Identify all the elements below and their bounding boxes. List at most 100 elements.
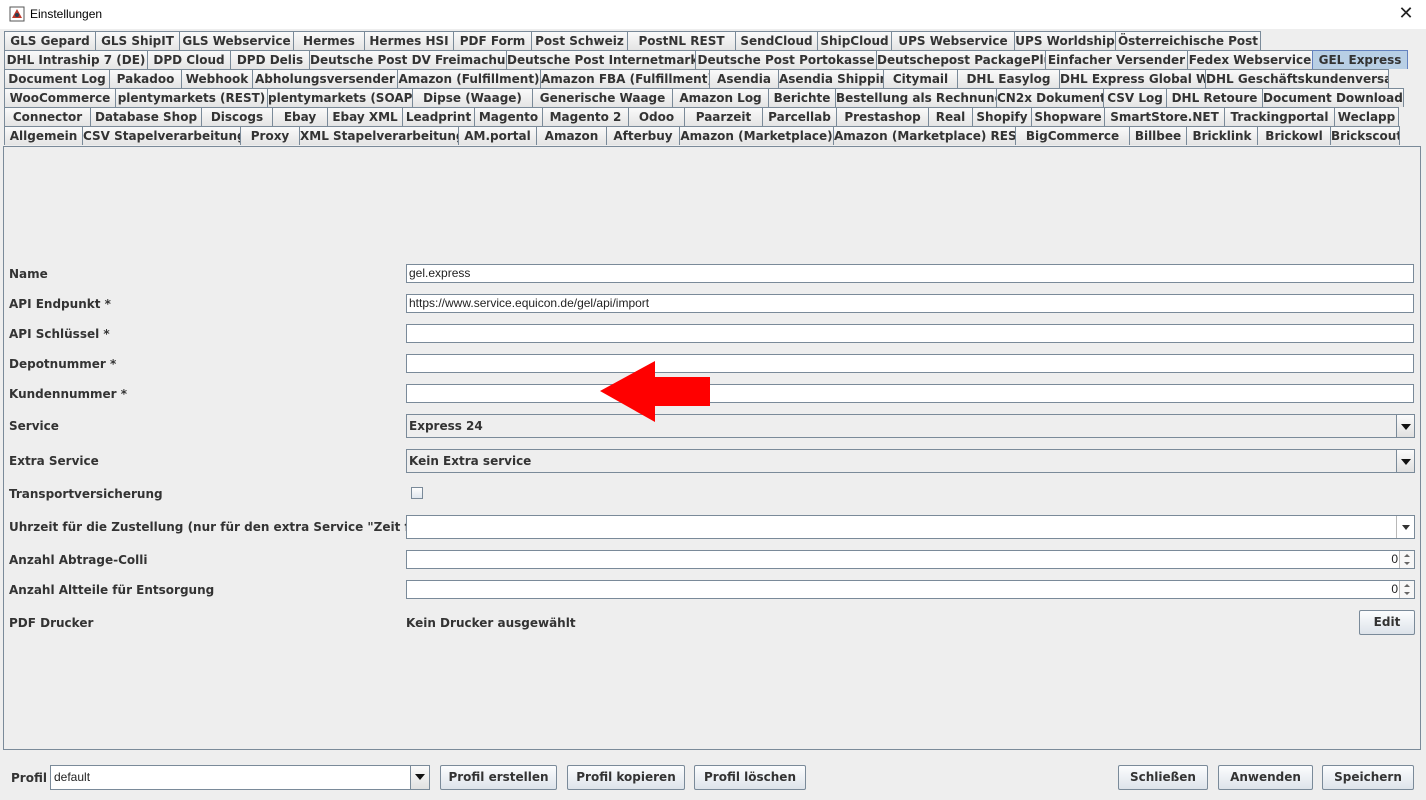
tab-proxy[interactable]: Proxy bbox=[240, 126, 300, 145]
tab-smartstore-net[interactable]: SmartStore.NET bbox=[1104, 107, 1225, 126]
tab-amazon-fba-fulfillment[interactable]: Amazon FBA (Fulfillment) bbox=[540, 69, 710, 88]
service-select[interactable]: Express 24 bbox=[406, 414, 1415, 438]
tab-billbee[interactable]: Billbee bbox=[1129, 126, 1187, 145]
extra-service-dropdown-button[interactable] bbox=[1396, 450, 1414, 472]
tab-shipcloud[interactable]: ShipCloud bbox=[817, 31, 892, 50]
tab-deutschepost-packageplus[interactable]: Deutschepost PackagePlus bbox=[876, 50, 1046, 69]
close-button[interactable]: Schließen bbox=[1118, 765, 1208, 790]
tab-amazon-fulfillment[interactable]: Amazon (Fulfillment) bbox=[397, 69, 541, 88]
tab-dpd-delis[interactable]: DPD Delis bbox=[230, 50, 310, 69]
tab-gls-shipit[interactable]: GLS ShipIT bbox=[95, 31, 180, 50]
tab-amazon[interactable]: Amazon bbox=[536, 126, 607, 145]
tab-deutsche-post-portokasse[interactable]: Deutsche Post Portokasse bbox=[695, 50, 877, 69]
tab-deutsche-post-dv-freimachung[interactable]: Deutsche Post DV Freimachung bbox=[309, 50, 507, 69]
tab-csv-stapelverarbeitung[interactable]: CSV Stapelverarbeitung bbox=[82, 126, 241, 145]
tab-amazon-marketplace-rest[interactable]: Amazon (Marketplace) REST bbox=[833, 126, 1016, 145]
apply-button[interactable]: Anwenden bbox=[1218, 765, 1313, 790]
tab-ups-webservice[interactable]: UPS Webservice bbox=[891, 31, 1015, 50]
tab-sendcloud[interactable]: SendCloud bbox=[735, 31, 818, 50]
tab-bigcommerce[interactable]: BigCommerce bbox=[1015, 126, 1130, 145]
tab-hermes[interactable]: Hermes bbox=[293, 31, 365, 50]
delivery-time-select[interactable] bbox=[406, 515, 1415, 539]
edit-printer-button[interactable]: Edit bbox=[1359, 610, 1415, 635]
tab-dhl-geschäftskundenversand[interactable]: DHL Geschäftskundenversand bbox=[1205, 69, 1389, 88]
increment-icon[interactable] bbox=[1404, 584, 1410, 587]
tab-shopify[interactable]: Shopify bbox=[972, 107, 1032, 126]
tab-leadprint[interactable]: Leadprint bbox=[402, 107, 475, 126]
old-parts-spinner[interactable]: 0 bbox=[406, 580, 1415, 599]
tab-gel-express[interactable]: GEL Express bbox=[1312, 50, 1408, 69]
extra-service-select[interactable]: Kein Extra service bbox=[406, 449, 1415, 473]
profile-dropdown-button[interactable] bbox=[410, 766, 429, 789]
tab-document-log[interactable]: Document Log bbox=[4, 69, 110, 88]
tab-prestashop[interactable]: Prestashop bbox=[836, 107, 929, 126]
tab-cn2x-dokument[interactable]: CN2x Dokument bbox=[996, 88, 1104, 107]
tab-discogs[interactable]: Discogs bbox=[201, 107, 273, 126]
tab-pdf-form[interactable]: PDF Form bbox=[453, 31, 532, 50]
tab-allgemein[interactable]: Allgemein bbox=[4, 126, 83, 145]
tab-asendia[interactable]: Asendia bbox=[709, 69, 779, 88]
tab-hermes-hsi[interactable]: Hermes HSI bbox=[364, 31, 454, 50]
tab-amazon-log[interactable]: Amazon Log bbox=[672, 88, 769, 107]
tab-citymail[interactable]: Citymail bbox=[883, 69, 958, 88]
tab-am-portal[interactable]: AM.portal bbox=[458, 126, 537, 145]
tab-berichte[interactable]: Berichte bbox=[768, 88, 836, 107]
tab-csv-log[interactable]: CSV Log bbox=[1103, 88, 1167, 107]
tab-dhl-express-global-ws[interactable]: DHL Express Global WS bbox=[1059, 69, 1206, 88]
tab-gls-webservice[interactable]: GLS Webservice bbox=[179, 31, 294, 50]
create-profile-button[interactable]: Profil erstellen bbox=[440, 765, 557, 790]
tab-ebay-xml[interactable]: Ebay XML bbox=[327, 107, 403, 126]
tab-plentymarkets-rest[interactable]: plentymarkets (REST) bbox=[115, 88, 268, 107]
delivery-time-dropdown-button[interactable] bbox=[1396, 516, 1414, 538]
tab-dipse-waage[interactable]: Dipse (Waage) bbox=[412, 88, 533, 107]
tab-webhook[interactable]: Webhook bbox=[181, 69, 253, 88]
tab-bricklink[interactable]: Bricklink bbox=[1186, 126, 1258, 145]
delete-profile-button[interactable]: Profil löschen bbox=[694, 765, 806, 790]
pickup-colli-spinner[interactable]: 0 bbox=[406, 550, 1415, 569]
tab-deutsche-post-internetmarke[interactable]: Deutsche Post Internetmarke bbox=[506, 50, 696, 69]
tab-generische-waage[interactable]: Generische Waage bbox=[532, 88, 673, 107]
service-dropdown-button[interactable] bbox=[1396, 415, 1414, 437]
old-parts-stepper[interactable] bbox=[1399, 581, 1414, 598]
copy-profile-button[interactable]: Profil kopieren bbox=[567, 765, 685, 790]
tab-paarzeit[interactable]: Paarzeit bbox=[684, 107, 763, 126]
tab-odoo[interactable]: Odoo bbox=[628, 107, 685, 126]
tab-weclapp[interactable]: Weclapp bbox=[1334, 107, 1399, 126]
tab-gls-gepard[interactable]: GLS Gepard bbox=[4, 31, 96, 50]
tab-trackingportal[interactable]: Trackingportal bbox=[1224, 107, 1335, 126]
tab-parcellab[interactable]: Parcellab bbox=[762, 107, 837, 126]
tab-asendia-shipping[interactable]: Asendia Shipping bbox=[778, 69, 884, 88]
decrement-icon[interactable] bbox=[1404, 562, 1410, 565]
tab-dhl-easylog[interactable]: DHL Easylog bbox=[957, 69, 1060, 88]
api-endpoint-field[interactable]: https://www.service.equicon.de/gel/api/i… bbox=[406, 294, 1414, 313]
tab-post-schweiz[interactable]: Post Schweiz bbox=[531, 31, 628, 50]
api-key-field[interactable] bbox=[406, 324, 1414, 343]
depot-field[interactable] bbox=[406, 354, 1414, 373]
save-button[interactable]: Speichern bbox=[1322, 765, 1414, 790]
tab-xml-stapelverarbeitung[interactable]: XML Stapelverarbeitung bbox=[299, 126, 459, 145]
tab-amazon-marketplace[interactable]: Amazon (Marketplace) bbox=[679, 126, 834, 145]
tab-einfacher-versender[interactable]: Einfacher Versender bbox=[1045, 50, 1188, 69]
tab-fedex-webservice[interactable]: Fedex Webservice bbox=[1187, 50, 1313, 69]
insurance-checkbox[interactable] bbox=[411, 487, 423, 499]
tab-österreichische-post[interactable]: Österreichische Post bbox=[1115, 31, 1261, 50]
tab-connector[interactable]: Connector bbox=[4, 107, 91, 126]
tab-plentymarkets-soap[interactable]: plentymarkets (SOAP) bbox=[267, 88, 413, 107]
increment-icon[interactable] bbox=[1404, 554, 1410, 557]
tab-dhl-intraship-7-de[interactable]: DHL Intraship 7 (DE) bbox=[4, 50, 148, 69]
tab-brickowl[interactable]: Brickowl bbox=[1257, 126, 1331, 145]
tab-woocommerce[interactable]: WooCommerce bbox=[4, 88, 116, 107]
tab-magento-2[interactable]: Magento 2 bbox=[542, 107, 629, 126]
profile-select[interactable]: default bbox=[50, 765, 430, 790]
pickup-colli-stepper[interactable] bbox=[1399, 551, 1414, 568]
tab-pakadoo[interactable]: Pakadoo bbox=[109, 69, 182, 88]
tab-brickscout[interactable]: Brickscout bbox=[1330, 126, 1400, 145]
tab-abholungsversender[interactable]: Abholungsversender bbox=[252, 69, 398, 88]
tab-shopware[interactable]: Shopware bbox=[1031, 107, 1105, 126]
tab-ups-worldship[interactable]: UPS Worldship bbox=[1014, 31, 1116, 50]
tab-dhl-retoure[interactable]: DHL Retoure bbox=[1166, 88, 1263, 107]
tab-real[interactable]: Real bbox=[928, 107, 973, 126]
close-icon[interactable]: ✕ bbox=[1392, 2, 1420, 26]
tab-magento[interactable]: Magento bbox=[474, 107, 543, 126]
tab-database-shop[interactable]: Database Shop bbox=[90, 107, 202, 126]
